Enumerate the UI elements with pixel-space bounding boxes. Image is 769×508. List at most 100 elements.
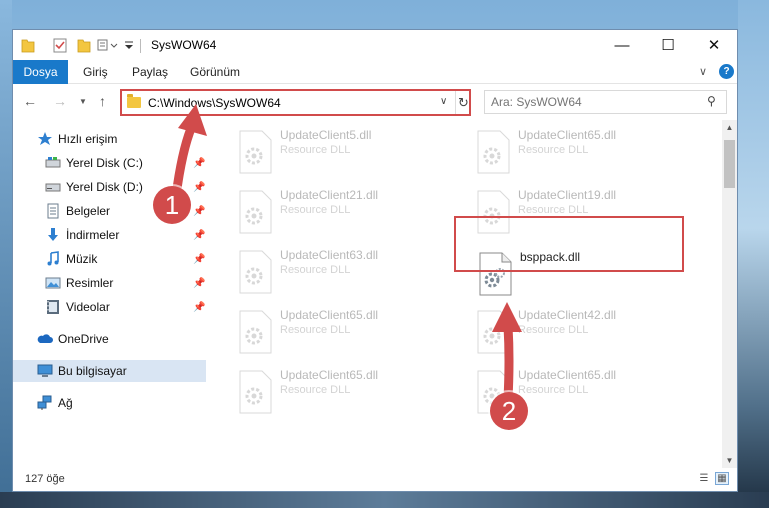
- desktop-background-right: [738, 0, 769, 508]
- sidebar-item-network[interactable]: Ağ: [13, 392, 206, 414]
- search-input[interactable]: [491, 94, 691, 110]
- sidebar-item-quick-access[interactable]: Hızlı erişim: [13, 128, 206, 150]
- sidebar-item-label: Bu bilgisayar: [58, 364, 127, 378]
- file-item[interactable]: UpdateClient63.dll Resource DLL: [228, 246, 458, 296]
- pin-icon[interactable]: 📌: [193, 230, 205, 241]
- close-button[interactable]: ✕: [691, 30, 737, 60]
- file-item[interactable]: UpdateClient42.dll Resource DLL: [466, 306, 696, 356]
- documents-icon: [47, 203, 59, 219]
- file-name: UpdateClient19.dll: [518, 188, 617, 202]
- sidebar-item-label: Yerel Disk (D:): [66, 180, 143, 194]
- recent-locations-icon[interactable]: ▼: [79, 97, 87, 106]
- pin-icon[interactable]: 📌: [193, 158, 205, 169]
- file-type: Resource DLL: [518, 204, 589, 216]
- scroll-down-icon[interactable]: ▼: [722, 453, 737, 468]
- step-1-callout: 1: [153, 186, 191, 224]
- pin-icon[interactable]: 📌: [193, 206, 205, 217]
- file-type: Resource DLL: [518, 384, 589, 396]
- tab-file[interactable]: Dosya: [13, 60, 68, 84]
- sidebar-item-label: Yerel Disk (C:): [66, 156, 143, 170]
- file-name: UpdateClient65.dll: [280, 308, 379, 322]
- address-bar[interactable]: C:\Windows\SysWOW64 ∨ ↻: [120, 89, 471, 116]
- tab-view[interactable]: Görünüm: [190, 65, 240, 79]
- folder-properties-icon[interactable]: [21, 37, 35, 53]
- scroll-up-icon[interactable]: ▲: [722, 120, 737, 135]
- step-2-callout: 2: [490, 392, 528, 430]
- status-bar: 127 öğe ☰ ▦: [13, 468, 737, 491]
- properties-dropdown-icon[interactable]: [97, 37, 119, 53]
- sidebar-item-this-pc[interactable]: Bu bilgisayar: [13, 360, 206, 382]
- file-item[interactable]: UpdateClient21.dll Resource DLL: [228, 186, 458, 236]
- pin-icon[interactable]: 📌: [193, 182, 205, 193]
- pin-icon[interactable]: 📌: [193, 278, 205, 289]
- vertical-scrollbar[interactable]: ▲ ▼: [722, 120, 737, 468]
- navigation-bar: ← → ▼ ↑ C:\Windows\SysWOW64 ∨ ↻ ⚲: [13, 85, 737, 120]
- dll-file-icon: [239, 190, 272, 234]
- file-type: Resource DLL: [280, 144, 351, 156]
- pin-icon[interactable]: 📌: [193, 302, 205, 313]
- file-name: UpdateClient65.dll: [518, 368, 617, 382]
- folder-icon: [127, 94, 141, 108]
- desktop-background-bottom: [0, 492, 769, 508]
- new-folder-icon[interactable]: [77, 37, 91, 53]
- sidebar-item-pictures[interactable]: Resimler 📌: [13, 272, 206, 294]
- dll-file-icon: [239, 310, 272, 354]
- sidebar-item-label: Belgeler: [66, 204, 111, 218]
- up-arrow-icon[interactable]: ↑: [99, 93, 106, 109]
- cloud-icon: [37, 334, 53, 343]
- maximize-button[interactable]: ☐: [645, 30, 691, 60]
- file-item[interactable]: UpdateClient65.dll Resource DLL: [466, 126, 696, 176]
- sidebar-item-music[interactable]: Müzik 📌: [13, 248, 206, 270]
- item-count: 127 öğe: [25, 473, 65, 485]
- sidebar-item-label: İndirmeler: [66, 228, 120, 242]
- address-dropdown-icon[interactable]: ∨: [440, 96, 447, 107]
- file-name: UpdateClient65.dll: [518, 128, 617, 142]
- back-arrow-icon[interactable]: ←: [23, 93, 37, 109]
- file-item[interactable]: UpdateClient65.dll Resource DLL: [228, 306, 458, 356]
- sidebar-item-label: Resimler: [66, 276, 114, 290]
- sidebar-item-label: Videolar: [66, 300, 110, 314]
- customize-toolbar-icon[interactable]: [123, 37, 135, 53]
- checklist-icon[interactable]: [53, 37, 67, 53]
- expand-ribbon-icon[interactable]: ∨: [699, 65, 707, 78]
- title-separator: [140, 39, 141, 53]
- sidebar-item-videos[interactable]: Videolar 📌: [13, 296, 206, 318]
- file-item[interactable]: UpdateClient5.dll Resource DLL: [228, 126, 458, 176]
- sidebar-item-onedrive[interactable]: OneDrive: [13, 328, 206, 350]
- sidebar-item-label: Hızlı erişim: [58, 132, 118, 146]
- large-icons-view-icon[interactable]: ▦: [715, 472, 729, 485]
- search-icon[interactable]: ⚲: [707, 94, 716, 108]
- help-icon[interactable]: ?: [719, 64, 734, 79]
- dll-file-icon: [239, 370, 272, 414]
- music-icon: [47, 251, 59, 266]
- videos-icon: [47, 300, 59, 314]
- dll-file-icon: [477, 310, 510, 354]
- tab-share[interactable]: Paylaş: [132, 65, 168, 79]
- star-icon: [38, 132, 52, 145]
- pin-icon[interactable]: 📌: [193, 254, 205, 265]
- details-view-icon[interactable]: ☰: [697, 472, 711, 485]
- sidebar-item-label: Müzik: [66, 252, 98, 266]
- refresh-icon[interactable]: ↻: [455, 91, 471, 114]
- sidebar-item-downloads[interactable]: İndirmeler 📌: [13, 224, 206, 246]
- minimize-button[interactable]: —: [599, 30, 645, 60]
- window-title: SysWOW64: [151, 38, 217, 52]
- file-item[interactable]: UpdateClient65.dll Resource DLL: [228, 366, 458, 416]
- dll-file-icon: [477, 130, 510, 174]
- drive-icon: [45, 183, 61, 192]
- target-file-highlight: [454, 216, 684, 272]
- sidebar-item-local-disk-c[interactable]: Yerel Disk (C:) 📌: [13, 152, 206, 174]
- file-type: Resource DLL: [518, 324, 589, 336]
- file-list: UpdateClient5.dll Resource DLL UpdateCli…: [208, 120, 722, 468]
- tab-home[interactable]: Giriş: [83, 65, 108, 79]
- forward-arrow-icon[interactable]: →: [53, 93, 67, 109]
- address-path[interactable]: C:\Windows\SysWOW64: [148, 96, 281, 110]
- title-bar: SysWOW64 — ☐ ✕: [13, 30, 737, 60]
- file-type: Resource DLL: [518, 144, 589, 156]
- pictures-icon: [45, 277, 61, 289]
- file-name: UpdateClient5.dll: [280, 128, 372, 142]
- sidebar-item-label: OneDrive: [58, 332, 109, 346]
- scrollbar-thumb[interactable]: [724, 140, 735, 188]
- search-box[interactable]: ⚲: [484, 90, 727, 114]
- computer-icon: [37, 364, 53, 377]
